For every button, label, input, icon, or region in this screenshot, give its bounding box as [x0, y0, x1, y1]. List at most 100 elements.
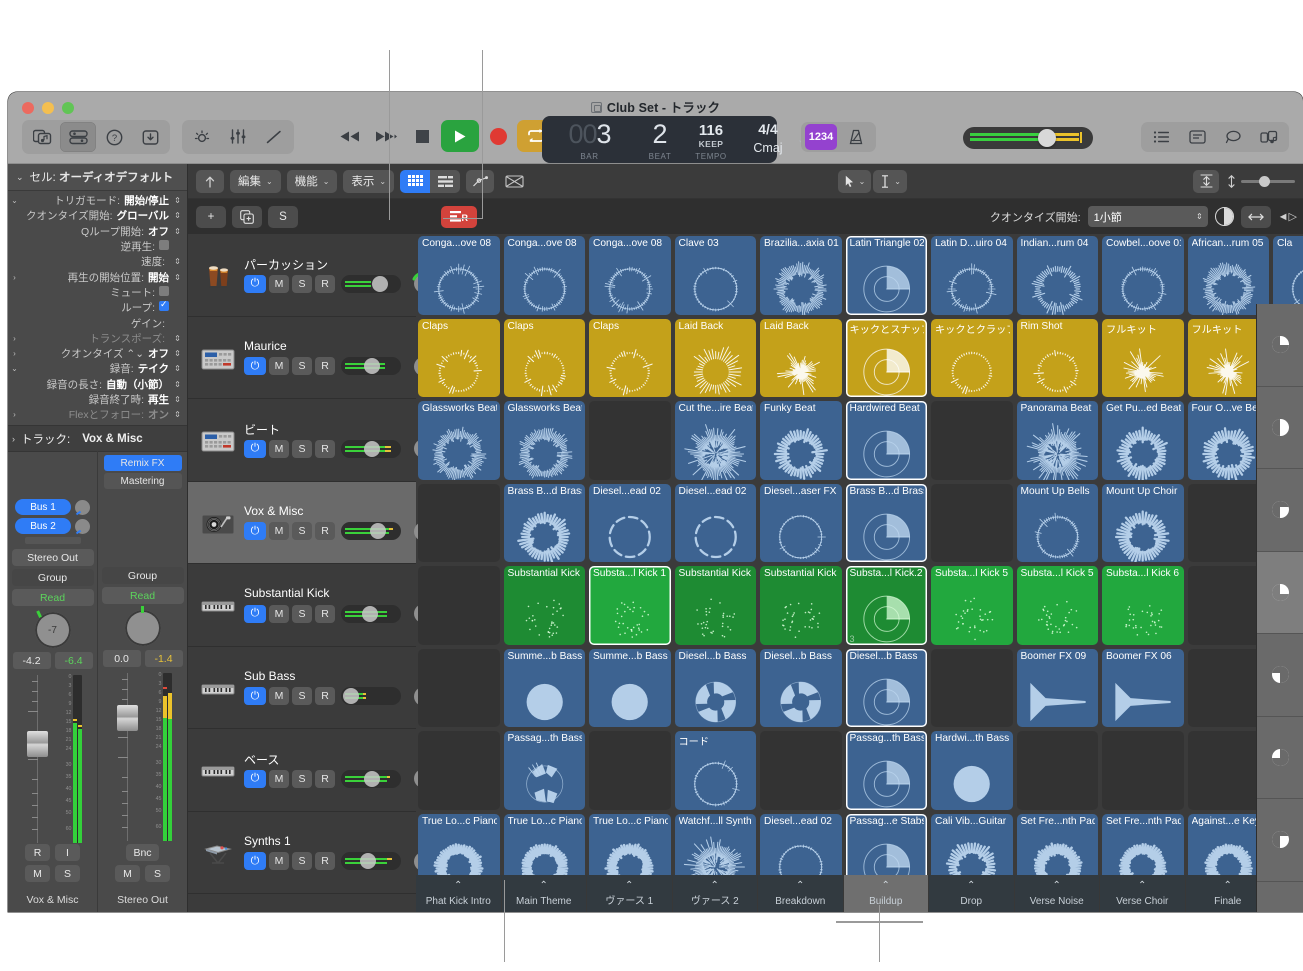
play-button[interactable] [441, 120, 479, 152]
menu-view[interactable]: 表示⌄ [343, 170, 394, 193]
row-twisty-icon[interactable]: ⌄ [8, 196, 21, 205]
chevron-right-icon[interactable]: › [12, 434, 15, 444]
inspector-row[interactable]: 録音終了時:再生⇕ [8, 392, 187, 407]
row-value[interactable]: グローバル [117, 208, 169, 223]
track-mute-button[interactable]: M [269, 770, 289, 788]
cell-slot[interactable]: Diesel...aser FX [758, 482, 844, 565]
pointer-tool[interactable]: ⌄ [838, 170, 872, 193]
volume-handle[interactable] [364, 441, 380, 457]
volume-handle[interactable] [370, 523, 386, 539]
track-volume-slider[interactable] [341, 522, 401, 540]
cell-loop[interactable]: Hardwired Beat [846, 401, 928, 480]
cell-loop[interactable]: コード [675, 731, 757, 810]
rewind-button[interactable] [333, 120, 367, 152]
send-bus-2[interactable]: Bus 2 [15, 518, 71, 534]
scene-trigger[interactable]: ⌃Verse Choir [1100, 875, 1186, 912]
row-value[interactable]: 再生 [148, 392, 169, 407]
pie-icon[interactable] [1215, 207, 1234, 226]
stepper-icon[interactable]: ⇕ [172, 349, 183, 358]
solo-button[interactable]: S [55, 865, 80, 882]
cell-loop[interactable]: Indian...rum 04 [1017, 236, 1099, 315]
inspector-row[interactable]: Qループ開始:オフ⇕ [8, 224, 187, 239]
cell-slot[interactable]: Latin Triangle 02 [844, 234, 930, 317]
fader-handle[interactable] [117, 705, 138, 731]
cell-slot[interactable]: Summe...b Bass [587, 647, 673, 730]
cell-slot[interactable] [416, 729, 502, 812]
cell-slot[interactable]: Diesel...b Bass [673, 647, 759, 730]
row-value[interactable]: オン [148, 407, 169, 422]
volume-handle[interactable] [360, 853, 376, 869]
stepper-icon[interactable]: ⇕ [172, 395, 183, 404]
automation-button[interactable]: Read [12, 589, 94, 606]
track-enable-button[interactable]: ⏻ [244, 275, 266, 293]
chevron-down-icon[interactable]: ⌄ [16, 172, 24, 183]
track-solo-button[interactable]: S [292, 357, 312, 375]
cell-loop[interactable]: Cowbel...oove 01 [1102, 236, 1184, 315]
cell-slot[interactable]: Clave 03 [673, 234, 759, 317]
back-button[interactable] [196, 170, 224, 193]
cell-slot[interactable]: Summe...b Bass [502, 647, 588, 730]
cell-empty[interactable] [931, 649, 1013, 728]
track-header-row[interactable]: Vox & Misc ⏻ M S R [188, 482, 416, 565]
track-solo-button[interactable]: S [292, 605, 312, 623]
quick-help-icon[interactable]: ? [96, 122, 132, 152]
track-mute-button[interactable]: M [269, 357, 289, 375]
track-mute-button[interactable]: M [269, 440, 289, 458]
scene-trigger[interactable]: ⌃Phat Kick Intro [416, 875, 502, 912]
row-stop-button[interactable] [1257, 387, 1303, 470]
import-icon[interactable] [132, 122, 168, 152]
track-record-button[interactable]: R [315, 357, 335, 375]
master-volume-slider[interactable] [963, 127, 1093, 149]
cell-empty[interactable] [589, 401, 671, 480]
track-enable-button[interactable]: ⏻ [244, 605, 266, 623]
inspector-row[interactable]: ›トランスポーズ:⇕ [8, 331, 187, 346]
cell-loop[interactable]: Cla [1273, 236, 1303, 315]
fader-value[interactable]: 0.0 [103, 650, 141, 667]
mute-checkbox[interactable] [159, 286, 169, 296]
cell-loop[interactable]: Diesel...ead 02 [675, 484, 757, 563]
track-enable-button[interactable]: ⏻ [244, 852, 266, 870]
cell-slot[interactable]: Substa...l Kick 5 [1015, 564, 1101, 647]
cell-slot[interactable] [587, 729, 673, 812]
track-enable-button[interactable]: ⏻ [244, 357, 266, 375]
row-stop-button[interactable] [1257, 882, 1303, 913]
cell-loop[interactable]: Rim Shot [1017, 319, 1099, 398]
cell-slot[interactable]: Cut the...ire Beat [673, 399, 759, 482]
cell-slot[interactable]: Passag...th Bass [502, 729, 588, 812]
track-mute-button[interactable]: M [269, 687, 289, 705]
vertical-zoom-slider[interactable] [1227, 175, 1295, 188]
cell-loop[interactable]: Diesel...aser FX [760, 484, 842, 563]
cell-slot[interactable]: Diesel...ead 02 [587, 482, 673, 565]
track-mute-button[interactable]: M [269, 852, 289, 870]
send-slot[interactable]: Bus 2 [8, 518, 97, 534]
list-editors-icon[interactable] [1143, 122, 1179, 152]
cell-loop[interactable]: Summe...b Bass [589, 649, 671, 728]
cell-slot[interactable]: Conga...ove 08 [587, 234, 673, 317]
row-stop-button[interactable] [1257, 552, 1303, 635]
cell-loop[interactable]: Diesel...b Bass [846, 649, 928, 728]
cell-slot[interactable]: キックとスナップ [844, 317, 930, 400]
track-record-button[interactable]: R [315, 687, 335, 705]
track-volume-slider[interactable] [341, 770, 401, 788]
cell-slot[interactable]: Passag...th Bass [844, 729, 930, 812]
loop-checkbox[interactable] [159, 301, 169, 311]
track-header-row[interactable]: パーカッション ⏻ M S R [188, 234, 416, 317]
zoom-slider-track[interactable] [1241, 180, 1295, 183]
stepper-icon[interactable]: ⇕ [172, 273, 183, 282]
scene-trigger[interactable]: ⌃Buildup [844, 875, 930, 912]
cell-loop[interactable]: Brass B...d Brass [504, 484, 586, 563]
stop-button[interactable] [405, 120, 439, 152]
track-volume-slider[interactable] [341, 687, 401, 705]
inspector-header[interactable]: ⌄ セル: オーディオデフォルト [8, 164, 187, 191]
cell-loop[interactable]: Brass B...d Brass [846, 484, 928, 563]
cell-slot[interactable]: Diesel...b Bass [758, 647, 844, 730]
master-volume-knob[interactable] [1038, 129, 1056, 147]
row-twisty-icon[interactable]: › [8, 273, 21, 282]
cell-loop[interactable]: Hardwi...th Bass [931, 731, 1013, 810]
cell-slot[interactable]: Hardwi...th Bass [929, 729, 1015, 812]
inspector-row[interactable]: ミュート: [8, 285, 187, 300]
scene-trigger[interactable]: ⌃ヴァース 1 [587, 875, 673, 912]
cell-empty[interactable] [1102, 731, 1184, 810]
inspector-row[interactable]: 逆再生: [8, 239, 187, 254]
row-twisty-icon[interactable]: › [8, 410, 21, 419]
